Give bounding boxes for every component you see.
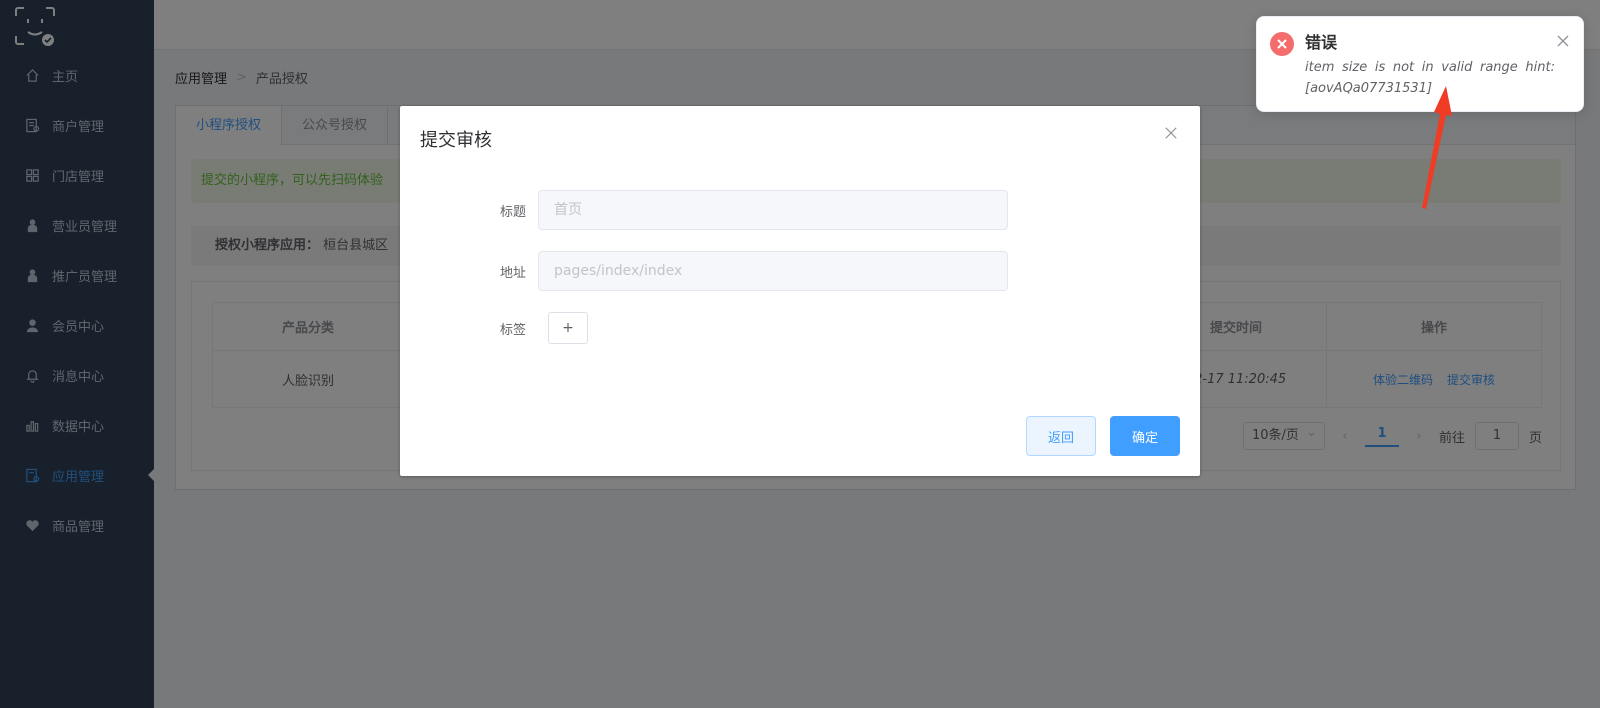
dialog-title: 提交审核	[420, 130, 492, 151]
confirm-button[interactable]: 确定	[1110, 416, 1180, 456]
title-input[interactable]	[538, 190, 1008, 230]
address-input[interactable]	[538, 251, 1008, 291]
notification-title: 错误	[1305, 33, 1338, 52]
tag-label: 标签	[499, 322, 526, 338]
address-label: 地址	[499, 265, 526, 281]
annotation-arrow-icon	[1410, 84, 1460, 210]
form-row-address: 地址	[400, 251, 1008, 291]
close-icon[interactable]	[1557, 35, 1569, 47]
form-row-title: 标题	[400, 190, 1008, 230]
add-tag-button[interactable]: +	[548, 312, 588, 344]
form-row-tags: 标签 +	[400, 312, 588, 344]
error-circle-icon	[1269, 31, 1295, 57]
close-icon[interactable]	[1164, 126, 1180, 142]
title-label: 标题	[499, 204, 526, 220]
back-button[interactable]: 返回	[1026, 416, 1096, 456]
submit-review-dialog: 提交审核 标题 地址 标签 + 返回 确定	[400, 106, 1200, 476]
